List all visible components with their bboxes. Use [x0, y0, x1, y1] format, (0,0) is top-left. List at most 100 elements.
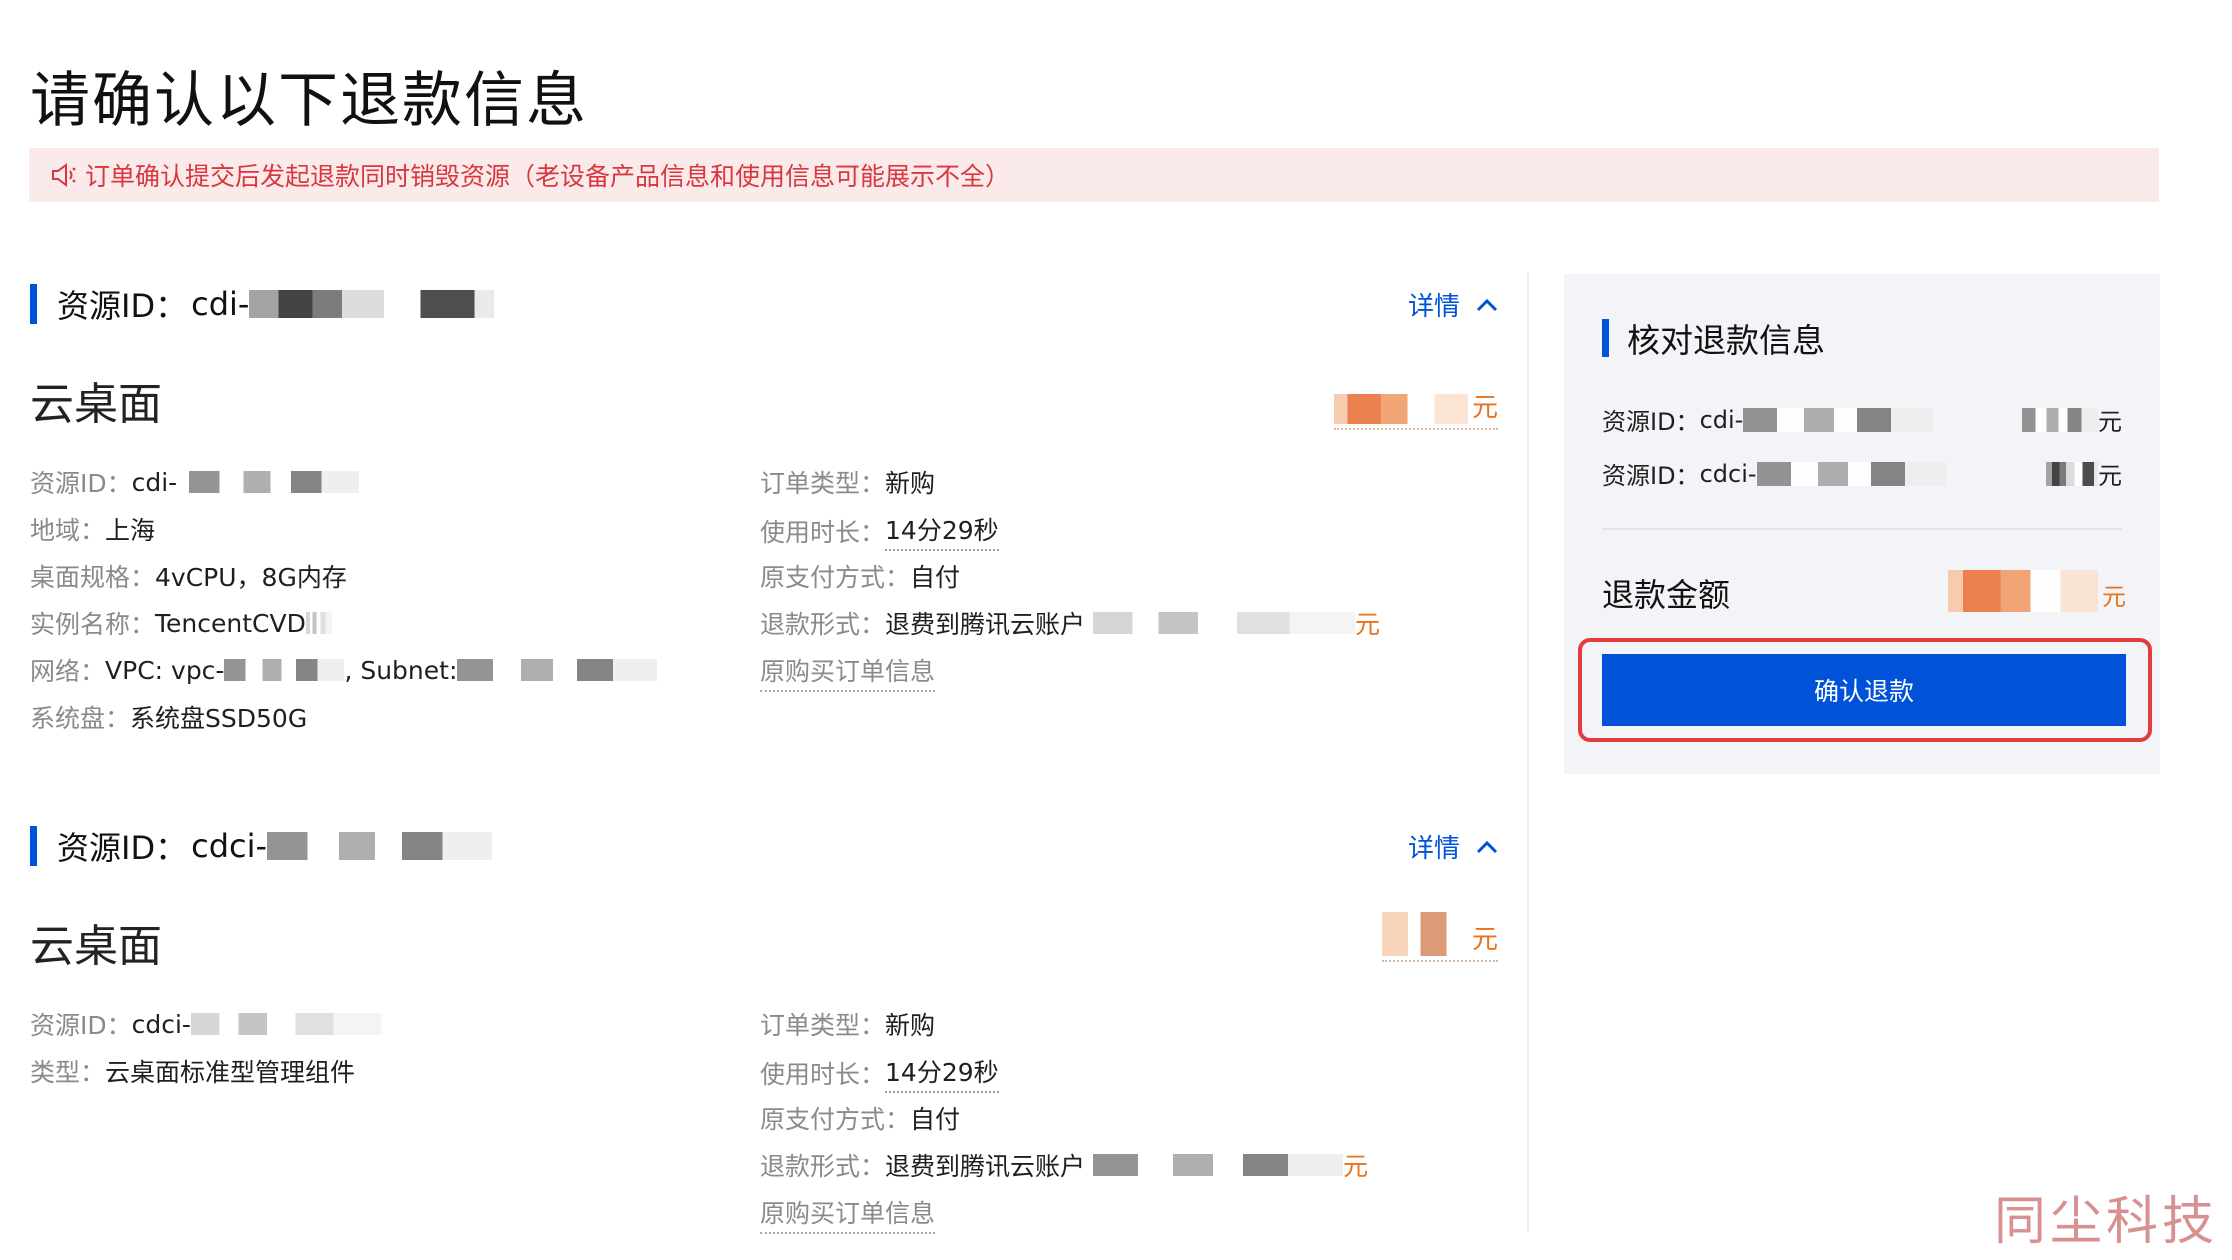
details-toggle[interactable]: 详情	[1408, 828, 1498, 865]
kv-unit: 元	[1343, 1152, 1369, 1181]
product-price: 元	[1333, 374, 1498, 430]
summary-title: 核对退款信息	[1602, 314, 1825, 362]
kv-usage-duration: 使用时长： 14分29秒	[760, 511, 999, 551]
refund-amount: 元	[1948, 570, 2126, 612]
kv-value: , Subnet:	[344, 655, 458, 685]
kv-value: VPC: vpc-	[105, 655, 225, 685]
details-toggle[interactable]: 详情	[1408, 286, 1498, 323]
kv-value: 系统盘SSD50G	[130, 704, 308, 733]
kv-order-type: 订单类型： 新购	[760, 464, 935, 500]
kv-key: 订单类型：	[760, 469, 886, 498]
kv-key: 桌面规格：	[30, 563, 156, 592]
kv-region: 地域： 上海	[30, 511, 155, 547]
chevron-up-icon	[1476, 298, 1498, 311]
resource-id-value: cdci-	[191, 827, 268, 865]
price-unit: 元	[1471, 925, 1498, 955]
redacted-value	[1093, 1154, 1344, 1176]
column-divider	[1527, 272, 1529, 1232]
kv-payment-method: 原支付方式： 自付	[760, 558, 960, 594]
confirm-refund-button[interactable]: 确认退款	[1602, 654, 2126, 726]
redacted-id	[267, 832, 493, 860]
kv-key: 资源ID：	[30, 469, 132, 498]
kv-key: 资源ID：	[30, 1011, 132, 1040]
page-title: 请确认以下退款信息	[30, 66, 588, 136]
kv-network: 网络： VPC: vpc- , Subnet:	[30, 652, 658, 688]
resource-block-2: 资源ID： cdci- 详情 云桌面 元 资源ID： cdci- 类型： 云桌面…	[0, 826, 1520, 1246]
watermark: 同尘科技	[1993, 1192, 2218, 1252]
original-order-link-text[interactable]: 原购买订单信息	[760, 652, 936, 692]
summary-row-id: cdi-	[1699, 405, 1744, 434]
redacted-amount	[2046, 461, 2098, 486]
section-accent-bar	[1602, 319, 1609, 357]
kv-value: 云桌面标准型管理组件	[105, 1058, 356, 1087]
section-accent-bar	[30, 284, 37, 324]
confirm-highlight-box: 确认退款	[1578, 638, 2152, 742]
notice-banner: 订单确认提交后发起退款同时销毁资源（老设备产品信息和使用信息可能展示不全）	[29, 148, 2159, 202]
kv-instance-name: 实例名称： TencentCVD	[30, 605, 332, 641]
kv-refund-method: 退款形式： 退费到腾讯云账户 元	[760, 605, 1380, 641]
redacted-value	[189, 471, 360, 493]
kv-value: 14分29秒	[885, 511, 999, 551]
kv-key: 系统盘：	[30, 704, 131, 733]
kv-resource-id: 资源ID： cdci-	[30, 1006, 381, 1042]
summary-row-amount: 元	[2046, 456, 2122, 491]
product-name: 云桌面	[30, 921, 162, 972]
summary-row-1: 资源ID： cdi- 元	[1602, 402, 2122, 437]
summary-row-2: 资源ID： cdci- 元	[1602, 456, 2122, 491]
redacted-amount	[2022, 407, 2098, 432]
redacted-value	[1093, 612, 1356, 634]
kv-value: 4vCPU，8G内存	[155, 563, 347, 592]
original-order-link[interactable]: 原购买订单信息	[760, 652, 936, 692]
resource-id-label: 资源ID：	[57, 829, 188, 867]
kv-value: 新购	[885, 469, 936, 498]
kv-key: 地域：	[30, 516, 106, 545]
summary-row-key: 资源ID：	[1602, 462, 1700, 490]
kv-key: 实例名称：	[30, 610, 156, 639]
kv-resource-id: 资源ID： cdi-	[30, 464, 360, 500]
kv-key: 使用时长：	[760, 518, 886, 547]
redacted-value	[1743, 407, 1934, 432]
refund-amount-unit: 元	[2102, 583, 2126, 611]
kv-key: 订单类型：	[760, 1011, 886, 1040]
summary-row-unit: 元	[2098, 462, 2122, 490]
redacted-id	[249, 290, 495, 318]
kv-key: 原支付方式：	[760, 563, 911, 592]
summary-title-text: 核对退款信息	[1627, 321, 1825, 360]
summary-row-id: cdci-	[1699, 459, 1757, 488]
kv-unit: 元	[1355, 610, 1381, 639]
kv-key: 退款形式：	[760, 610, 886, 639]
kv-value: 自付	[910, 563, 961, 592]
summary-row-unit: 元	[2098, 408, 2122, 436]
kv-key: 使用时长：	[760, 1060, 886, 1089]
details-label: 详情	[1407, 834, 1460, 864]
product-price: 元	[1381, 906, 1498, 962]
refund-confirm-page: 请确认以下退款信息 订单确认提交后发起退款同时销毁资源（老设备产品信息和使用信息…	[0, 0, 2232, 1260]
kv-value: cdci-	[131, 1009, 191, 1039]
kv-spec: 桌面规格： 4vCPU，8G内存	[30, 558, 347, 594]
kv-value: 上海	[105, 516, 156, 545]
kv-value: 自付	[910, 1105, 961, 1134]
redacted-price	[1333, 394, 1468, 424]
chevron-up-icon	[1476, 840, 1498, 853]
original-order-link[interactable]: 原购买订单信息	[760, 1194, 936, 1234]
kv-value: 新购	[885, 1011, 936, 1040]
redacted-refund-amount	[1948, 570, 2098, 612]
details-label: 详情	[1407, 292, 1460, 322]
kv-system-disk: 系统盘： 系统盘SSD50G	[30, 699, 307, 735]
speaker-icon	[52, 163, 76, 187]
kv-value: 退费到腾讯云账户	[885, 610, 1086, 639]
kv-key: 退款形式：	[760, 1152, 886, 1181]
kv-key: 原支付方式：	[760, 1105, 911, 1134]
kv-key: 网络：	[30, 657, 106, 686]
kv-value: 退费到腾讯云账户	[885, 1152, 1086, 1181]
resource-id-value: cdi-	[191, 285, 250, 323]
redacted-value	[224, 659, 345, 681]
kv-refund-method: 退款形式： 退费到腾讯云账户 元	[760, 1147, 1368, 1183]
section-accent-bar	[30, 826, 37, 866]
price-unit: 元	[1471, 393, 1498, 423]
original-order-link-text[interactable]: 原购买订单信息	[760, 1194, 936, 1234]
resource-block-1: 资源ID： cdi- 详情 云桌面 元 资源ID： cdi- 地域： 上海 桌面…	[0, 284, 1520, 764]
kv-key: 类型：	[30, 1058, 106, 1087]
redacted-value	[457, 659, 658, 681]
resource-header: 资源ID： cdci-	[30, 826, 493, 867]
